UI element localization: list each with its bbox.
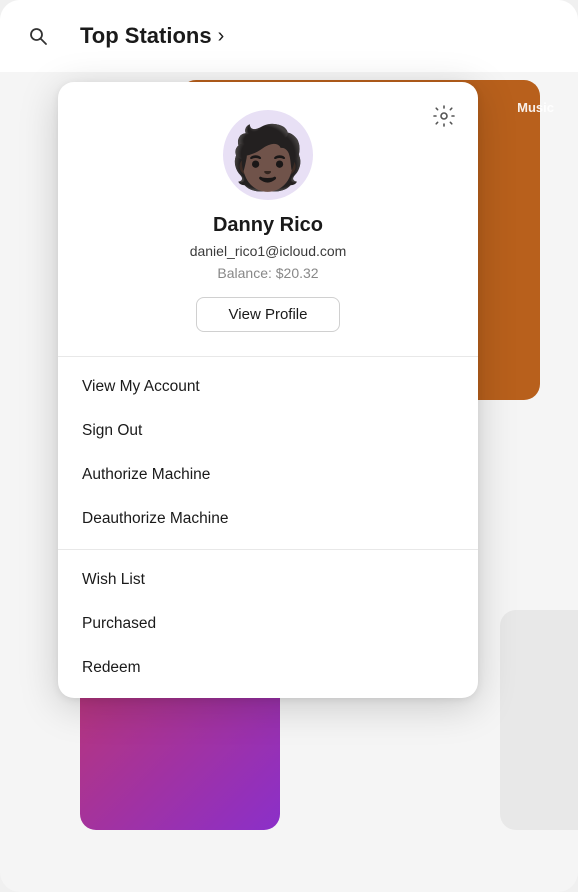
search-icon <box>28 26 48 46</box>
user-balance: Balance: $20.32 <box>217 265 318 281</box>
bg-card-3 <box>500 610 578 830</box>
menu-item-sign-out[interactable]: Sign Out <box>58 409 478 453</box>
view-profile-button[interactable]: View Profile <box>196 297 341 332</box>
menu-item-redeem[interactable]: Redeem <box>58 646 478 690</box>
menu-item-deauthorize-machine[interactable]: Deauthorize Machine <box>58 497 478 541</box>
bg-card-1-music-label: Music <box>517 100 554 115</box>
profile-dropdown: 🧑🏿 Danny Rico daniel_rico1@icloud.com Ba… <box>58 82 478 698</box>
gear-icon <box>432 104 456 128</box>
avatar: 🧑🏿 <box>223 110 313 200</box>
menu-section-account: View My Account Sign Out Authorize Machi… <box>58 357 478 549</box>
menu-item-view-my-account[interactable]: View My Account <box>58 365 478 409</box>
top-bar: Top Stations › <box>0 0 578 72</box>
profile-section: 🧑🏿 Danny Rico daniel_rico1@icloud.com Ba… <box>58 82 478 356</box>
page-title: Top Stations › <box>80 23 224 49</box>
top-stations-label: Top Stations <box>80 23 212 49</box>
menu-section-store: Wish List Purchased Redeem <box>58 550 478 698</box>
user-name: Danny Rico <box>213 214 323 237</box>
avatar-emoji: 🧑🏿 <box>229 128 306 190</box>
app-background: Top Stations › Music Music 🧑🏿 🧑🏿 <box>0 0 578 892</box>
settings-button[interactable] <box>426 98 462 134</box>
menu-item-purchased[interactable]: Purchased <box>58 602 478 646</box>
menu-item-authorize-machine[interactable]: Authorize Machine <box>58 453 478 497</box>
top-stations-chevron: › <box>218 25 225 48</box>
user-email: daniel_rico1@icloud.com <box>190 243 347 259</box>
menu-item-wish-list[interactable]: Wish List <box>58 558 478 602</box>
search-button[interactable] <box>20 18 56 54</box>
